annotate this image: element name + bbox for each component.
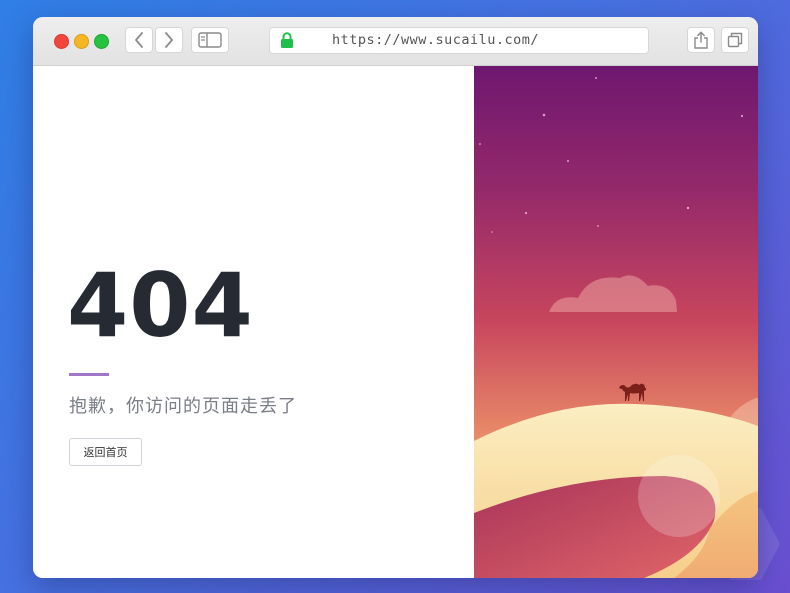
back-to-home-button[interactable]: 返回首页 [69, 438, 142, 466]
chevron-left-icon [135, 32, 143, 48]
browser-toolbar: https://www.sucailu.com/ [33, 17, 758, 66]
page-content: 404 抱歉，你访问的页面走丢了 返回首页 [33, 66, 758, 578]
accent-divider [69, 373, 109, 376]
tabs-icon [727, 32, 743, 48]
share-button[interactable] [687, 27, 715, 53]
address-bar[interactable]: https://www.sucailu.com/ [269, 27, 649, 54]
tabs-overview-button[interactable] [721, 27, 749, 53]
minimize-window-button[interactable] [74, 34, 89, 49]
glow-circle [638, 455, 720, 537]
share-icon [694, 31, 708, 49]
desert-illustration [474, 66, 758, 578]
url-text[interactable]: https://www.sucailu.com/ [332, 28, 539, 53]
maximize-window-button[interactable] [94, 34, 109, 49]
close-window-button[interactable] [54, 34, 69, 49]
lock-icon [281, 32, 293, 48]
error-message-panel: 404 抱歉，你访问的页面走丢了 返回首页 [33, 66, 474, 578]
sidebar-toggle-button[interactable] [191, 27, 229, 53]
error-code: 404 [67, 254, 254, 357]
browser-window: https://www.sucailu.com/ 404 抱歉，你访问的页面走丢… [33, 17, 758, 578]
error-message: 抱歉，你访问的页面走丢了 [69, 396, 297, 417]
forward-button[interactable] [155, 27, 183, 53]
sidebar-icon [198, 32, 222, 48]
chevron-right-icon [165, 32, 173, 48]
back-button[interactable] [125, 27, 153, 53]
